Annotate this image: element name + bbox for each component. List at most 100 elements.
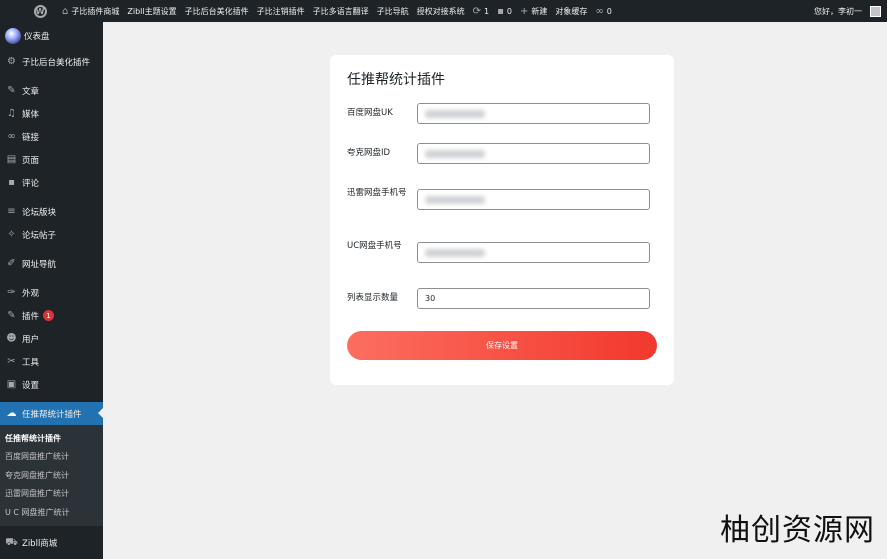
adminbar-updates[interactable]: ⟳ 1 — [469, 0, 493, 22]
field-label: UC网盘手机号 — [347, 241, 402, 251]
admin-bar: W ⌂ 子比插件商城 Zibll主题设置 子比后台美化插件 子比注销插件 子比多语… — [0, 0, 887, 22]
sidebar-item-url-nav[interactable]: ✐ 网址导航 — [0, 252, 103, 275]
adminbar-label: 子比插件商城 — [71, 6, 120, 16]
submenu-item-quark[interactable]: 夸克网盘推广统计 — [0, 466, 103, 485]
submenu-item-baidu[interactable]: 百度网盘推广统计 — [0, 448, 103, 467]
sidebar-item-label: 子比后台美化插件 — [22, 57, 91, 68]
layers-icon: ≡ — [7, 206, 16, 217]
brush-icon: ✐ — [7, 258, 16, 269]
greeting: 您好，李初一 — [814, 6, 862, 16]
uc-phone-input[interactable] — [417, 242, 650, 263]
page-title: 任推帮统计插件 — [347, 72, 445, 88]
sidebar-item-pages[interactable]: ▤ 页面 — [0, 148, 103, 171]
field-label: 百度网盘UK — [347, 108, 393, 118]
sidebar: 仪表盘 ⚙ 子比后台美化插件 ✎ 文章 ♫ 媒体 ∞ 链接 ▤ 页面 ▪ 评论 ≡ 论坛版块 … — [0, 22, 103, 559]
user-icon: ☻ — [6, 333, 17, 344]
sidebar-item-label: 文章 — [22, 86, 40, 97]
adminbar-object-cache[interactable]: 对象缓存 — [551, 0, 591, 22]
sidebar-item-appearance[interactable]: ✑ 外观 — [0, 281, 103, 304]
adminbar-account[interactable]: 您好，李初一 — [810, 0, 887, 22]
wordpress-logo-icon[interactable]: W — [30, 1, 50, 21]
adminbar-nav[interactable]: 子比导航 — [373, 0, 413, 22]
redacted-value — [425, 248, 485, 257]
sidebar-item-label: Zibll商城 — [22, 539, 58, 549]
redacted-value — [425, 149, 485, 158]
sidebar-item-forum-sections[interactable]: ≡ 论坛版块 — [0, 200, 103, 223]
save-button[interactable]: 保存设置 — [347, 331, 657, 360]
updates-count: 1 — [483, 6, 490, 16]
sidebar-item-label: 仪表盘 — [24, 32, 50, 42]
adminbar-beautify-plugin[interactable]: 子比后台美化插件 — [181, 0, 253, 22]
sidebar-item-links[interactable]: ∞ 链接 — [0, 125, 103, 148]
sidebar-item-tools[interactable]: ✂ 工具 — [0, 350, 103, 373]
link-icon: ∞ — [595, 5, 604, 17]
field-label: 夸克网盘ID — [347, 148, 391, 158]
sidebar-item-label: 任推帮统计插件 — [22, 409, 82, 420]
sidebar-item-posts[interactable]: ✎ 文章 — [0, 79, 103, 102]
adminbar-label: 授权对接系统 — [416, 6, 465, 16]
submenu-item-rtb-stats[interactable]: 任推帮统计插件 — [0, 429, 103, 448]
adminbar-label: 子比多语言翻译 — [312, 6, 369, 16]
adminbar-label: Zibll主题设置 — [127, 6, 177, 16]
plugin-icon: ✎ — [7, 310, 16, 321]
sidebar-item-label: 用户 — [22, 334, 40, 345]
site-logo-icon — [5, 28, 21, 44]
plus-icon: + — [519, 5, 529, 17]
sidebar-item-comments[interactable]: ▪ 评论 — [0, 171, 103, 194]
sidebar-item-plugins[interactable]: ✎ 插件 1 — [0, 304, 103, 327]
link-icon: ∞ — [7, 131, 16, 142]
media-icon: ♫ — [7, 108, 16, 119]
sidebar-item-beautify-plugin[interactable]: ⚙ 子比后台美化插件 — [0, 50, 103, 73]
settings-card: 任推帮统计插件 百度网盘UK 夸克网盘ID 迅雷网盘手机号 UC网盘手机号 列表… — [330, 55, 674, 385]
adminbar-label: 对象缓存 — [555, 6, 588, 16]
sidebar-item-label: 网址导航 — [22, 259, 57, 270]
adminbar-zibll-settings[interactable]: Zibll主题设置 — [123, 0, 180, 22]
adminbar-logout-plugin[interactable]: 子比注销插件 — [253, 0, 309, 22]
forum-icon: ✧ — [7, 229, 16, 240]
redacted-value — [425, 109, 485, 118]
quark-id-input[interactable] — [417, 143, 650, 164]
adminbar-label: 新建 — [531, 6, 548, 16]
submenu: 任推帮统计插件 百度网盘推广统计 夸克网盘推广统计 迅雷网盘推广统计 U C 网… — [0, 425, 103, 526]
baidu-uk-input[interactable] — [417, 103, 650, 124]
avatar — [870, 5, 881, 17]
wrench-icon: ✂ — [7, 356, 16, 367]
submenu-item-uc[interactable]: U C 网盘推广统计 — [0, 503, 103, 522]
home-icon: ⌂ — [62, 5, 69, 17]
sidebar-item-rtb-stats[interactable]: ☁ 任推帮统计插件 — [0, 402, 103, 425]
appearance-icon: ✑ — [7, 287, 16, 298]
list-count-input[interactable]: 30 — [417, 288, 650, 309]
sidebar-item-media[interactable]: ♫ 媒体 — [0, 102, 103, 125]
sidebar-item-dashboard[interactable]: 仪表盘 — [0, 22, 103, 50]
cart-icon: ⛟ — [5, 536, 18, 548]
adminbar-auth-system[interactable]: 授权对接系统 — [413, 0, 469, 22]
sidebar-item-label: 工具 — [22, 357, 40, 368]
sidebar-item-label: 页面 — [22, 155, 40, 166]
links-count: 0 — [606, 6, 612, 16]
gear-icon: ⚙ — [7, 56, 16, 67]
sidebar-item-users[interactable]: ☻ 用户 — [0, 327, 103, 350]
adminbar-links[interactable]: ∞ 0 — [591, 0, 615, 22]
adminbar-comments[interactable]: ▪ 0 — [493, 0, 516, 22]
xunlei-phone-input[interactable] — [417, 189, 650, 210]
adminbar-site-link[interactable]: ⌂ 子比插件商城 — [58, 0, 123, 22]
adminbar-new[interactable]: + 新建 — [516, 0, 551, 22]
field-label: 迅雷网盘手机号 — [347, 188, 407, 198]
sidebar-item-label: 媒体 — [22, 109, 40, 120]
comments-count: 0 — [506, 6, 512, 16]
sidebar-item-label: 外观 — [22, 288, 40, 299]
adminbar-label: 子比注销插件 — [256, 6, 305, 16]
updates-icon: ⟳ — [472, 5, 481, 17]
sidebar-item-zibll-shop[interactable]: ⛟ Zibll商城 — [0, 532, 103, 555]
sidebar-item-label: 评论 — [22, 178, 40, 189]
comment-icon: ▪ — [497, 5, 504, 17]
adminbar-translate[interactable]: 子比多语言翻译 — [309, 0, 373, 22]
comment-icon: ▪ — [8, 177, 15, 188]
sidebar-item-forum-posts[interactable]: ✧ 论坛帖子 — [0, 223, 103, 246]
sidebar-item-label: 论坛版块 — [22, 207, 57, 218]
sidebar-item-settings[interactable]: ▣ 设置 — [0, 373, 103, 396]
pin-icon: ✎ — [7, 85, 16, 96]
submenu-item-xunlei[interactable]: 迅雷网盘推广统计 — [0, 485, 103, 504]
sidebar-item-label: 设置 — [22, 380, 40, 391]
settings-icon: ▣ — [6, 379, 17, 390]
